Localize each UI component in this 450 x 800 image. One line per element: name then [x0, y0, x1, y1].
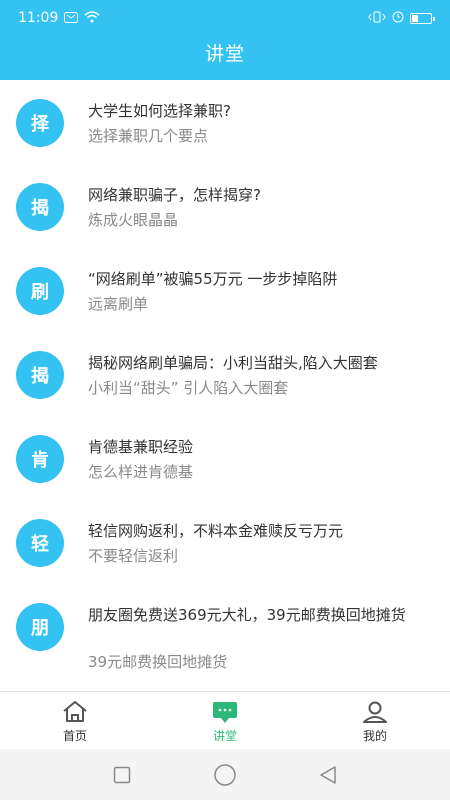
status-time: 11:09	[18, 10, 59, 26]
item-title: 网络兼职骗子，怎样揭穿?	[88, 186, 261, 204]
item-avatar: 揭	[16, 183, 64, 231]
item-subtitle: 小利当“甜头” 引人陷入大圈套	[88, 379, 289, 397]
home-button[interactable]	[211, 761, 239, 789]
tab-lecture[interactable]: 讲堂	[150, 692, 300, 749]
list-item[interactable]: 轻 轻信网购返利，不料本金难赎反亏万元 不要轻信返利	[0, 500, 450, 584]
item-title: 轻信网购返利，不料本金难赎反亏万元	[88, 522, 344, 540]
item-subtitle: 远离刷单	[88, 295, 149, 313]
item-avatar: 朋	[16, 603, 64, 651]
item-subtitle: 不要轻信返利	[88, 547, 179, 565]
app-header: 11:09 讲堂	[0, 0, 450, 80]
list-item[interactable]: 肯 肯德基兼职经验 怎么样进肯德基	[0, 416, 450, 500]
list-item[interactable]: 刷 “网络刷单”被骗55万元 一步步掉陷阱 远离刷单	[0, 248, 450, 332]
bottom-tab-bar: 首页 讲堂 我的	[0, 691, 450, 749]
tab-label: 首页	[62, 729, 87, 743]
item-subtitle: 炼成火眼晶晶	[88, 211, 179, 229]
item-title: 朋友圈免费送369元大礼，39元邮费换回地摊货	[88, 606, 406, 624]
list-item[interactable]: 揭 揭秘网络刷单骗局：小利当甜头,陷入大圈套 小利当“甜头” 引人陷入大圈套	[0, 332, 450, 416]
item-avatar: 择	[16, 99, 64, 147]
wifi-icon	[84, 11, 100, 25]
tab-label: 讲堂	[212, 729, 237, 743]
item-subtitle: 39元邮费换回地摊货	[88, 653, 228, 671]
item-title: 揭秘网络刷单骗局：小利当甜头,陷入大圈套	[88, 354, 378, 372]
status-bar: 11:09	[0, 0, 450, 36]
battery-icon	[410, 12, 435, 24]
item-avatar: 肯	[16, 435, 64, 483]
system-nav-bar	[0, 749, 450, 800]
profile-icon	[361, 699, 389, 725]
recent-apps-button[interactable]	[108, 761, 136, 789]
tab-home[interactable]: 首页	[0, 692, 150, 749]
item-subtitle: 怎么样进肯德基	[88, 463, 194, 481]
message-icon	[64, 11, 79, 25]
list-item[interactable]: 揭 网络兼职骗子，怎样揭穿? 炼成火眼晶晶	[0, 164, 450, 248]
item-avatar: 轻	[16, 519, 64, 567]
lecture-list[interactable]: 择 大学生如何选择兼职? 选择兼职几个要点 揭 网络兼职骗子，怎样揭穿? 炼成火…	[0, 80, 450, 691]
vibrate-icon	[368, 11, 386, 25]
tab-label: 我的	[362, 729, 387, 743]
list-item[interactable]: 朋 朋友圈免费送369元大礼，39元邮费换回地摊货 39元邮费换回地摊货	[0, 584, 450, 690]
list-item[interactable]: 择 大学生如何选择兼职? 选择兼职几个要点	[0, 80, 450, 164]
item-title: “网络刷单”被骗55万元 一步步掉陷阱	[88, 270, 338, 288]
page-title: 讲堂	[204, 43, 245, 65]
item-title: 大学生如何选择兼职?	[88, 102, 231, 120]
alarm-icon	[392, 11, 404, 25]
back-button[interactable]	[314, 761, 342, 789]
chat-icon	[211, 699, 239, 725]
item-subtitle: 选择兼职几个要点	[88, 127, 209, 145]
tab-mine[interactable]: 我的	[300, 692, 450, 749]
item-avatar: 揭	[16, 351, 64, 399]
item-title: 肯德基兼职经验	[88, 438, 194, 456]
item-avatar: 刷	[16, 267, 64, 315]
home-icon	[61, 699, 89, 725]
